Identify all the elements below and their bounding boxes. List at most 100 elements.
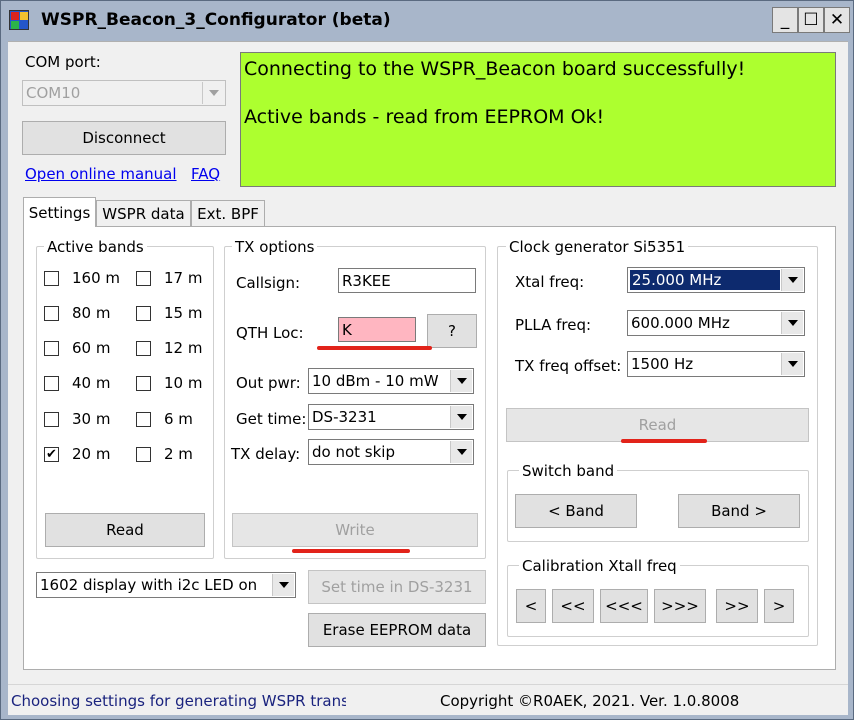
minimize-button[interactable]: _ [772, 7, 798, 33]
chevron-down-icon [450, 370, 472, 392]
read-underline-marker [621, 439, 707, 443]
tab-ext-bpf[interactable]: Ext. BPF [191, 200, 265, 226]
prev-band-button[interactable]: < Band [515, 494, 637, 528]
faq-link[interactable]: FAQ [191, 165, 220, 183]
xtal-freq-select[interactable]: 25.000 MHz [627, 267, 805, 293]
plla-freq-value: 600.000 MHz [631, 314, 730, 332]
tx-delay-select[interactable]: do not skip [308, 439, 474, 465]
close-button[interactable]: ✕ [824, 7, 850, 33]
cal-step-up-2-button[interactable]: >> [716, 589, 758, 623]
band-label: 160 m [72, 269, 121, 287]
window-title: WSPR_Beacon_3_Configurator (beta) [41, 10, 391, 30]
checkbox[interactable] [136, 306, 151, 321]
app-window: WSPR_Beacon_3_Configurator (beta) _ ☐ ✕ … [0, 0, 854, 720]
tab-settings[interactable]: Settings [23, 197, 96, 227]
checkbox[interactable] [44, 306, 59, 321]
open-manual-link[interactable]: Open online manual [25, 165, 177, 183]
checkbox[interactable] [136, 447, 151, 462]
checkbox[interactable] [44, 341, 59, 356]
tx-options-title: TX options [232, 238, 318, 256]
checkbox[interactable] [44, 376, 59, 391]
disconnect-button[interactable]: Disconnect [22, 121, 226, 155]
chevron-down-icon [781, 269, 803, 291]
tx-delay-label: TX delay: [231, 445, 301, 463]
band-label: 40 m [72, 374, 111, 392]
out-pwr-label: Out pwr: [236, 374, 301, 392]
band-label: 6 m [164, 410, 193, 428]
chevron-down-icon [450, 406, 472, 428]
chevron-down-icon [202, 82, 224, 104]
plla-freq-label: PLLA freq: [515, 316, 592, 334]
cal-step-up-1-button[interactable]: > [764, 589, 794, 623]
tx-delay-value: do not skip [312, 443, 395, 461]
checkbox[interactable] [44, 412, 59, 427]
app-icon [9, 10, 29, 30]
com-port-select[interactable]: COM10 [22, 80, 226, 106]
checkbox[interactable] [136, 271, 151, 286]
com-port-label: COM port: [25, 53, 101, 71]
read-clock-button[interactable]: Read [506, 408, 809, 442]
status-log: Connecting to the WSPR_Beacon board succ… [240, 52, 836, 187]
cal-step-down-1-button[interactable]: < [516, 589, 546, 623]
write-button[interactable]: Write [232, 513, 478, 547]
qth-loc-label: QTH Loc: [236, 324, 304, 342]
get-time-value: DS-3231 [312, 408, 377, 426]
cal-step-down-2-button[interactable]: << [552, 589, 594, 623]
chevron-down-icon [781, 353, 803, 375]
out-pwr-value: 10 dBm - 10 mW [312, 372, 439, 390]
xtal-freq-value: 25.000 MHz [630, 270, 780, 290]
band-label: 20 m [72, 445, 111, 463]
erase-eeprom-button[interactable]: Erase EEPROM data [308, 613, 486, 647]
display-mode-value: 1602 display with i2c LED on [40, 576, 258, 594]
clock-generator-title: Clock generator Si5351 [506, 238, 689, 256]
checkbox[interactable]: ✔ [44, 447, 59, 462]
read-bands-button[interactable]: Read [45, 513, 205, 547]
tx-offset-value: 1500 Hz [631, 355, 694, 373]
qth-loc-input[interactable]: K [338, 317, 416, 342]
checkbox[interactable] [44, 271, 59, 286]
plla-freq-select[interactable]: 600.000 MHz [627, 310, 805, 336]
checkbox[interactable] [136, 341, 151, 356]
chevron-down-icon [781, 312, 803, 334]
tx-offset-label: TX freq offset: [515, 357, 622, 375]
chevron-down-icon [450, 441, 472, 463]
qth-help-button[interactable]: ? [427, 314, 477, 348]
band-label: 10 m [164, 374, 203, 392]
callsign-label: Callsign: [236, 274, 301, 292]
tab-wspr-data[interactable]: WSPR data [96, 200, 191, 226]
copyright-text: Copyright ©R0AEK, 2021. Ver. 1.0.8008 [440, 692, 740, 710]
title-bar[interactable]: WSPR_Beacon_3_Configurator (beta) _ ☐ ✕ [1, 1, 853, 41]
checkbox[interactable] [136, 376, 151, 391]
set-time-button[interactable]: Set time in DS-3231 [308, 570, 486, 604]
get-time-select[interactable]: DS-3231 [308, 404, 474, 430]
band-label: 80 m [72, 304, 111, 322]
switch-band-title: Switch band [519, 462, 618, 480]
chevron-down-icon [272, 574, 294, 596]
maximize-button[interactable]: ☐ [798, 7, 824, 33]
band-label: 30 m [72, 410, 111, 428]
active-bands-title: Active bands [44, 238, 147, 256]
client-area: COM port: COM10 Disconnect Open online m… [8, 41, 848, 715]
display-mode-select[interactable]: 1602 display with i2c LED on [36, 572, 296, 598]
band-label: 15 m [164, 304, 203, 322]
write-underline-marker [292, 549, 410, 553]
band-label: 60 m [72, 339, 111, 357]
status-bar: Choosing settings for generating WSPR tr… [8, 684, 848, 715]
next-band-button[interactable]: Band > [678, 494, 800, 528]
settings-tab-page: Active bands 160 m 17 m 80 m 15 m 60 m 12 m 40… [23, 226, 836, 670]
cal-step-down-3-button[interactable]: <<< [600, 589, 648, 623]
out-pwr-select[interactable]: 10 dBm - 10 mW [308, 368, 474, 394]
band-label: 12 m [164, 339, 203, 357]
callsign-input[interactable]: R3KEE [338, 268, 476, 293]
band-label: 17 m [164, 269, 203, 287]
cal-step-up-3-button[interactable]: >>> [654, 589, 706, 623]
checkbox[interactable] [136, 412, 151, 427]
band-label: 2 m [164, 445, 193, 463]
tx-offset-select[interactable]: 1500 Hz [627, 351, 805, 377]
calibration-title: Calibration Xtall freq [519, 557, 680, 575]
com-port-value: COM10 [26, 84, 81, 102]
log-line-2: Active bands - read from EEPROM Ok! [244, 106, 605, 128]
xtal-freq-label: Xtal freq: [515, 273, 585, 291]
log-line-1: Connecting to the WSPR_Beacon board succ… [244, 58, 746, 80]
qth-underline-marker [317, 346, 432, 350]
